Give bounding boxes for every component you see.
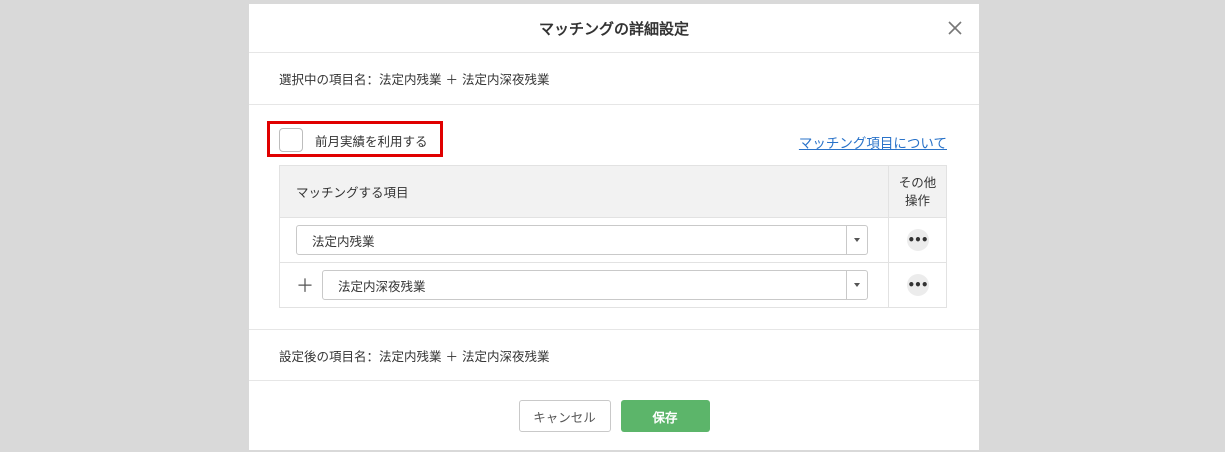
dialog-footer: キャンセル 保存 — [249, 381, 979, 451]
after-item-name: 設定後の項目名：法定内残業 ＋ 法定内深夜残業 — [249, 330, 979, 381]
table-header: マッチングする項目 その他 操作 — [280, 166, 946, 218]
table-row: ＋ 法定内深夜残業 ••• — [280, 262, 946, 307]
column-header-item: マッチングする項目 — [280, 166, 889, 217]
selected-item-name: 選択中の項目名：法定内残業 ＋ 法定内深夜残業 — [249, 53, 979, 105]
use-previous-month-checkbox[interactable] — [279, 128, 303, 152]
item-select-value: 法定内深夜残業 — [338, 278, 426, 294]
column-header-ops: その他 操作 — [889, 166, 946, 217]
ops-cell: ••• — [889, 263, 946, 307]
ops-header-label: その他 操作 — [898, 174, 937, 208]
dialog-header: マッチングの詳細設定 — [249, 4, 979, 53]
save-button[interactable]: 保存 — [620, 400, 710, 432]
use-previous-month-label[interactable]: 前月実績を利用する — [315, 131, 428, 150]
item-cell: 法定内残業 — [280, 218, 889, 262]
table-row: 法定内残業 ••• — [280, 218, 946, 262]
chevron-down-icon[interactable] — [846, 226, 867, 254]
more-options-button[interactable]: ••• — [906, 274, 929, 296]
cancel-button[interactable]: キャンセル — [518, 400, 611, 432]
matching-settings-section: 前月実績を利用する マッチング項目について マッチングする項目 その他 操作 法定… — [249, 105, 979, 330]
ops-cell: ••• — [889, 218, 946, 262]
more-options-button[interactable]: ••• — [906, 229, 929, 251]
matching-settings-dialog: マッチングの詳細設定 選択中の項目名：法定内残業 ＋ 法定内深夜残業 前月実績を… — [249, 4, 979, 450]
matching-items-table: マッチングする項目 その他 操作 法定内残業 ••• ＋ 法定内深夜残業 ••• — [279, 165, 947, 308]
item-cell: ＋ 法定内深夜残業 — [280, 263, 889, 307]
item-select[interactable]: 法定内残業 — [296, 225, 868, 255]
use-previous-month-row[interactable]: 前月実績を利用する — [279, 128, 428, 152]
chevron-down-icon[interactable] — [846, 271, 867, 299]
close-icon[interactable] — [943, 16, 967, 40]
item-select[interactable]: 法定内深夜残業 — [322, 270, 868, 300]
dialog-title: マッチングの詳細設定 — [538, 19, 689, 38]
plus-icon: ＋ — [296, 276, 314, 297]
matching-help-link[interactable]: マッチング項目について — [799, 132, 947, 152]
item-select-value: 法定内残業 — [312, 233, 375, 249]
